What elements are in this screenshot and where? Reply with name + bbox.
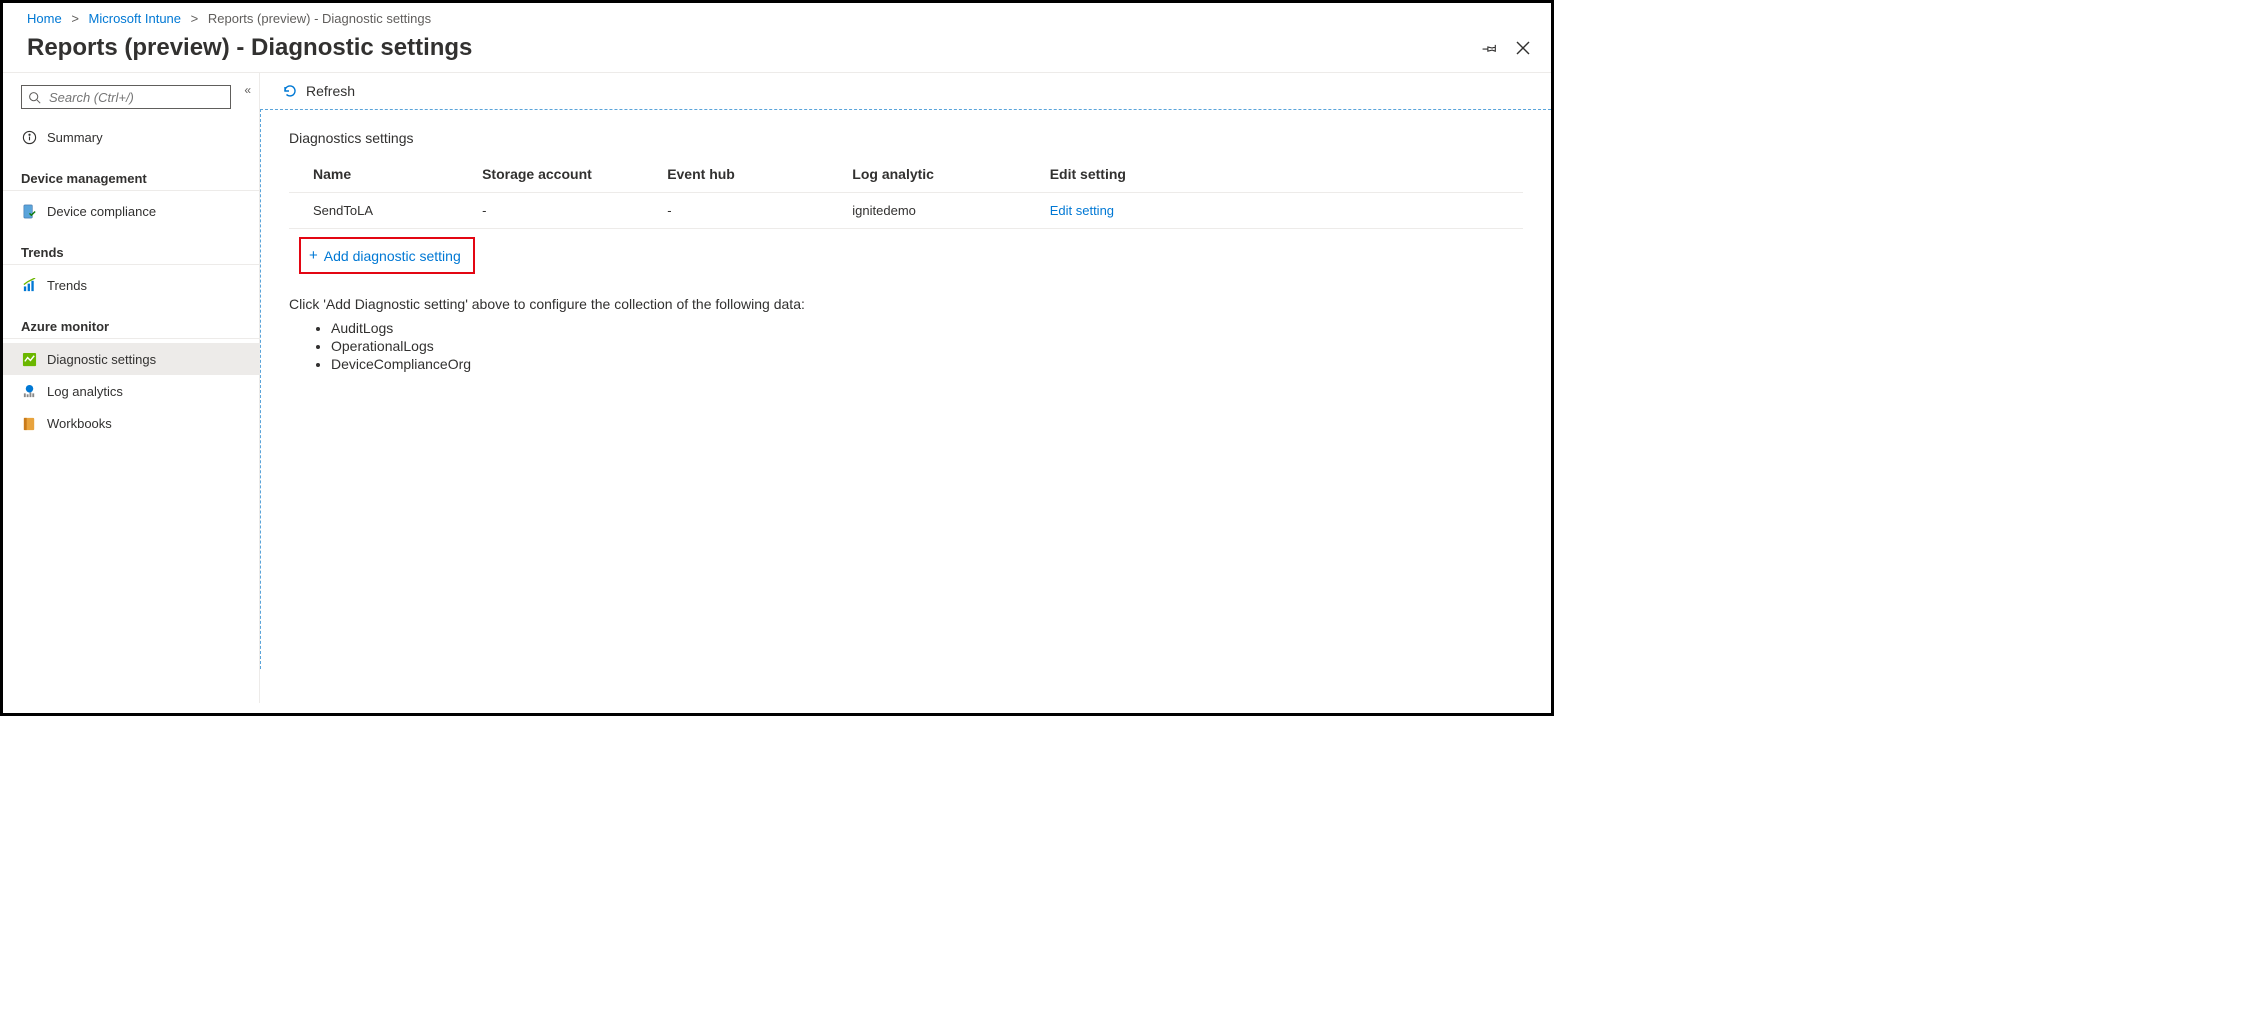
search-input[interactable] xyxy=(47,89,224,106)
help-list: AuditLogs OperationalLogs DeviceComplian… xyxy=(313,320,1523,372)
sidebar-item-summary[interactable]: Summary xyxy=(3,121,259,153)
close-icon[interactable] xyxy=(1515,40,1531,56)
info-icon xyxy=(21,129,37,145)
add-diagnostic-label: Add diagnostic setting xyxy=(324,248,461,264)
section-azure-monitor: Azure monitor xyxy=(3,301,259,339)
list-item: DeviceComplianceOrg xyxy=(331,356,1523,372)
section-trends: Trends xyxy=(3,227,259,265)
collapse-sidebar-icon[interactable]: « xyxy=(244,83,251,97)
breadcrumb-home[interactable]: Home xyxy=(27,11,62,26)
plus-icon: + xyxy=(309,247,318,264)
device-compliance-icon xyxy=(21,203,37,219)
col-edit: Edit setting xyxy=(1042,158,1523,193)
list-item: AuditLogs xyxy=(331,320,1523,336)
sidebar-search xyxy=(21,85,241,109)
diagnostic-settings-icon xyxy=(21,351,37,367)
sidebar-item-label: Device compliance xyxy=(47,204,156,219)
breadcrumb-current: Reports (preview) - Diagnostic settings xyxy=(208,11,431,26)
list-item: OperationalLogs xyxy=(331,338,1523,354)
chevron-right-icon: > xyxy=(71,11,79,26)
breadcrumb: Home > Microsoft Intune > Reports (previ… xyxy=(3,3,1551,32)
breadcrumb-intune[interactable]: Microsoft Intune xyxy=(89,11,182,26)
add-diagnostic-setting-button[interactable]: + Add diagnostic setting xyxy=(299,237,475,274)
sidebar-item-diagnostic-settings[interactable]: Diagnostic settings xyxy=(3,343,259,375)
title-bar: Reports (preview) - Diagnostic settings xyxy=(3,32,1551,73)
cell-name: SendToLA xyxy=(289,193,474,229)
col-loganalytic: Log analytic xyxy=(844,158,1041,193)
workbooks-icon xyxy=(21,415,37,431)
help-text: Click 'Add Diagnostic setting' above to … xyxy=(289,296,1523,372)
refresh-button[interactable]: Refresh xyxy=(260,73,1551,109)
page-title: Reports (preview) - Diagnostic settings xyxy=(27,34,1481,62)
trends-icon xyxy=(21,277,37,293)
diagnostics-heading: Diagnostics settings xyxy=(289,130,1523,146)
refresh-icon xyxy=(282,83,298,99)
sidebar-item-label: Summary xyxy=(47,130,103,145)
log-analytics-icon xyxy=(21,383,37,399)
col-name: Name xyxy=(289,158,474,193)
sidebar-item-workbooks[interactable]: Workbooks xyxy=(3,407,259,439)
sidebar-item-label: Trends xyxy=(47,278,87,293)
sidebar-item-trends[interactable]: Trends xyxy=(3,269,259,301)
sidebar-item-label: Log analytics xyxy=(47,384,123,399)
chevron-right-icon: > xyxy=(191,11,199,26)
table-row: SendToLA - - ignitedemo Edit setting xyxy=(289,193,1523,229)
edit-setting-link[interactable]: Edit setting xyxy=(1050,203,1114,218)
help-intro: Click 'Add Diagnostic setting' above to … xyxy=(289,296,1523,312)
cell-eventhub: - xyxy=(659,193,844,229)
sidebar-item-label: Diagnostic settings xyxy=(47,352,156,367)
cell-loganalytic: ignitedemo xyxy=(844,193,1041,229)
main-content: Refresh Diagnostics settings Name Storag… xyxy=(260,73,1551,703)
sidebar: « Summary Device management xyxy=(3,73,260,703)
diagnostics-table: Name Storage account Event hub Log analy… xyxy=(289,158,1523,229)
sidebar-item-log-analytics[interactable]: Log analytics xyxy=(3,375,259,407)
col-storage: Storage account xyxy=(474,158,659,193)
pin-icon[interactable] xyxy=(1481,39,1499,57)
sidebar-item-device-compliance[interactable]: Device compliance xyxy=(3,195,259,227)
cell-storage: - xyxy=(474,193,659,229)
search-icon xyxy=(28,91,41,104)
refresh-label: Refresh xyxy=(306,83,355,99)
diagnostics-panel: Diagnostics settings Name Storage accoun… xyxy=(260,109,1551,669)
section-device-management: Device management xyxy=(3,153,259,191)
sidebar-item-label: Workbooks xyxy=(47,416,112,431)
col-eventhub: Event hub xyxy=(659,158,844,193)
